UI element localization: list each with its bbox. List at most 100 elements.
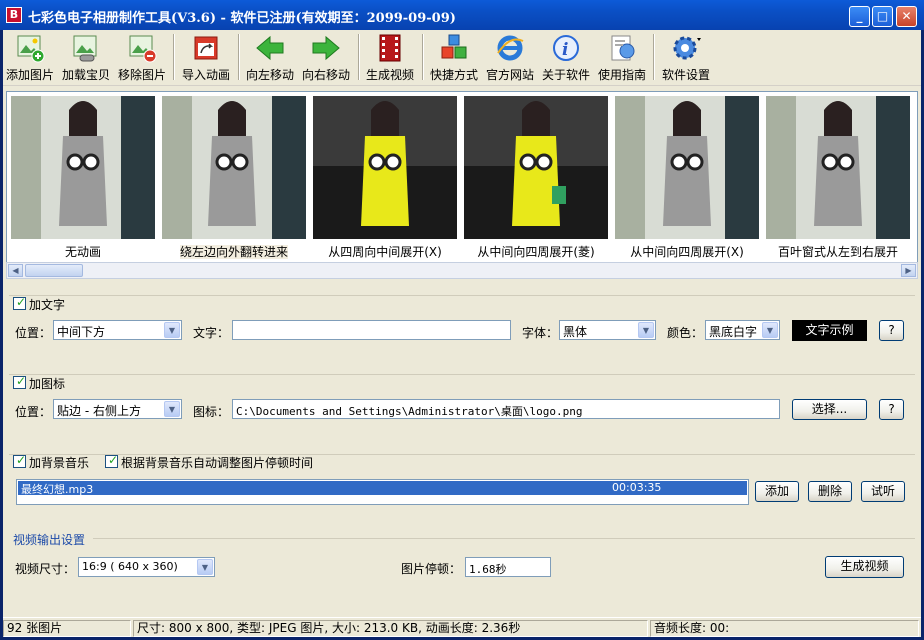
thumbnail-caption: 无动画 <box>64 245 101 259</box>
chevron-down-icon: ▼ <box>762 322 778 338</box>
thumbnail-image <box>11 96 155 239</box>
add-image-icon <box>15 33 45 63</box>
status-bar: 92 张图片 尺寸: 800 x 800, 类型: JPEG 图片, 大小: 2… <box>3 617 921 637</box>
track-name: 最终幻想.mp3 <box>21 483 94 496</box>
remove-image-button[interactable]: 移除图片 <box>115 32 169 84</box>
scroll-right-icon[interactable]: ▶ <box>901 264 916 277</box>
thumbnail-image <box>615 96 759 239</box>
add-icon-checkbox[interactable]: ✓ <box>13 374 26 389</box>
background-music-checkbox[interactable]: ✓ <box>13 453 26 468</box>
icon-help-button[interactable]: ? <box>879 399 904 420</box>
thumbnail-item[interactable]: 从中间向四周展开(菱) <box>464 96 608 260</box>
choose-icon-button[interactable]: 选择... <box>792 399 867 420</box>
shortcut-label: 快捷方式 <box>429 68 478 82</box>
text-label: 文字： <box>193 326 230 340</box>
thumbnail-image <box>313 96 457 239</box>
chevron-down-icon: ▼ <box>164 401 180 417</box>
thumbnail-item[interactable]: 百叶窗式从左到右展开 <box>766 96 910 260</box>
import-animation-button[interactable]: 导入动画 <box>179 32 233 84</box>
text-position-select[interactable]: 中间下方 ▼ <box>53 320 182 340</box>
thumbnail-item[interactable]: 从四周向中间展开(X) <box>313 96 457 260</box>
about-button[interactable]: i 关于软件 <box>539 32 593 84</box>
arrow-left-icon <box>255 33 285 63</box>
guide-label: 使用指南 <box>597 68 646 82</box>
chevron-down-icon: ▼ <box>197 559 213 575</box>
import-animation-label: 导入动画 <box>181 68 230 82</box>
music-list[interactable]: 最终幻想.mp3 00:03:35 <box>16 479 749 505</box>
auto-adjust-checkbox[interactable]: ✓ <box>105 453 118 468</box>
background-music-label: 加背景音乐 <box>29 456 90 470</box>
list-item[interactable]: 最终幻想.mp3 00:03:35 <box>18 481 747 496</box>
add-text-checkbox[interactable]: ✓ <box>13 295 26 310</box>
status-image-count: 92 张图片 <box>3 620 131 637</box>
move-right-button[interactable]: 向右移动 <box>299 32 353 84</box>
toolbar-separator <box>653 34 655 80</box>
shortcut-button[interactable]: 快捷方式 <box>427 32 481 84</box>
icon-path-label: 图标： <box>193 405 230 419</box>
preview-music-button[interactable]: 试听 <box>861 481 905 502</box>
toolbar: 添加图片 加载宝贝 移除图片 导入动画 向左移动 向右移动 生成视频 快捷方式 … <box>3 30 921 86</box>
thumbnail-caption: 从四周向中间展开(X) <box>328 245 442 259</box>
arrow-right-icon <box>311 33 341 63</box>
maximize-button[interactable]: □ <box>872 6 893 27</box>
chevron-down-icon: ▼ <box>164 322 180 338</box>
video-size-label: 视频尺寸： <box>15 562 76 576</box>
settings-button[interactable]: 软件设置 <box>658 32 714 84</box>
text-sample-button[interactable]: 文字示例 <box>792 320 867 341</box>
scrollbar-thumb[interactable] <box>25 264 83 277</box>
thumbnail-item[interactable]: 无动画 <box>11 96 155 260</box>
official-site-button[interactable]: 官方网站 <box>483 32 537 84</box>
text-input[interactable] <box>232 320 511 340</box>
thumbnail-caption: 从中间向四周展开(菱) <box>477 245 595 259</box>
move-right-label: 向右移动 <box>301 68 350 82</box>
video-size-select[interactable]: 16:9 ( 640 x 360) ▼ <box>78 557 215 577</box>
video-output-divider <box>93 538 915 539</box>
thumbnail-image <box>766 96 910 239</box>
toolbar-separator <box>238 34 240 80</box>
chevron-down-icon: ▼ <box>638 322 654 338</box>
font-select[interactable]: 黑体 ▼ <box>559 320 656 340</box>
client-area: 添加图片 加载宝贝 移除图片 导入动画 向左移动 向右移动 生成视频 快捷方式 … <box>3 30 921 637</box>
title-bar[interactable]: B 七彩色电子相册制作工具(V3.6) - 软件已注册(有效期至：2099-09… <box>0 0 924 30</box>
toolbar-separator <box>173 34 175 80</box>
thumbnail-scrollbar[interactable]: ◀ ▶ <box>6 262 918 279</box>
add-text-label: 加文字 <box>29 298 66 312</box>
minimize-button[interactable]: _ <box>849 6 870 27</box>
add-music-button[interactable]: 添加 <box>755 481 799 502</box>
icon-position-select[interactable]: 贴边 - 右侧上方 ▼ <box>53 399 182 419</box>
close-button[interactable]: ✕ <box>896 6 917 27</box>
image-pause-input[interactable]: 1.68秒 <box>465 557 551 577</box>
add-icon-label: 加图标 <box>29 377 66 391</box>
thumbnail-image <box>464 96 608 239</box>
move-left-button[interactable]: 向左移动 <box>243 32 297 84</box>
close-icon: ✕ <box>901 9 912 23</box>
app-icon: B <box>6 7 22 23</box>
guide-button[interactable]: 使用指南 <box>595 32 649 84</box>
window-title: 七彩色电子相册制作工具(V3.6) - 软件已注册(有效期至：2099-09-0… <box>28 11 456 26</box>
minimize-icon: _ <box>856 9 863 23</box>
thumbnail-strip[interactable]: 无动画 绕左边向外翻转进来 从四周向中间展开(X) 从中间向四周展开(菱) 从中… <box>6 91 918 279</box>
scroll-left-icon[interactable]: ◀ <box>8 264 23 277</box>
settings-label: 软件设置 <box>661 68 710 82</box>
ie-icon <box>495 33 525 63</box>
text-help-button[interactable]: ? <box>879 320 904 341</box>
load-product-button[interactable]: 加载宝贝 <box>59 32 113 84</box>
film-icon <box>375 33 405 63</box>
thumbnail-item[interactable]: 从中间向四周展开(X) <box>615 96 759 260</box>
generate-video-button[interactable]: 生成视频 <box>825 556 904 578</box>
delete-music-button[interactable]: 删除 <box>808 481 852 502</box>
icon-position-label: 位置： <box>15 405 52 419</box>
thumbnail-caption: 绕左边向外翻转进来 <box>179 245 288 259</box>
status-audio-length: 音频长度: 00: <box>650 620 919 637</box>
thumbnail-item-selected[interactable]: 绕左边向外翻转进来 <box>162 96 306 260</box>
video-output-title: 视频输出设置 <box>13 533 86 547</box>
icon-path-input[interactable]: C:\Documents and Settings\Administrator\… <box>232 399 780 419</box>
color-select[interactable]: 黑底白字 ▼ <box>705 320 780 340</box>
thumbnail-image <box>162 96 306 239</box>
text-position-label: 位置： <box>15 326 52 340</box>
generate-video-toolbar-button[interactable]: 生成视频 <box>363 32 417 84</box>
add-image-label: 添加图片 <box>5 68 54 82</box>
thumbnail-caption: 百叶窗式从左到右展开 <box>777 245 898 259</box>
add-image-button[interactable]: 添加图片 <box>3 32 57 84</box>
gear-icon <box>671 33 701 63</box>
